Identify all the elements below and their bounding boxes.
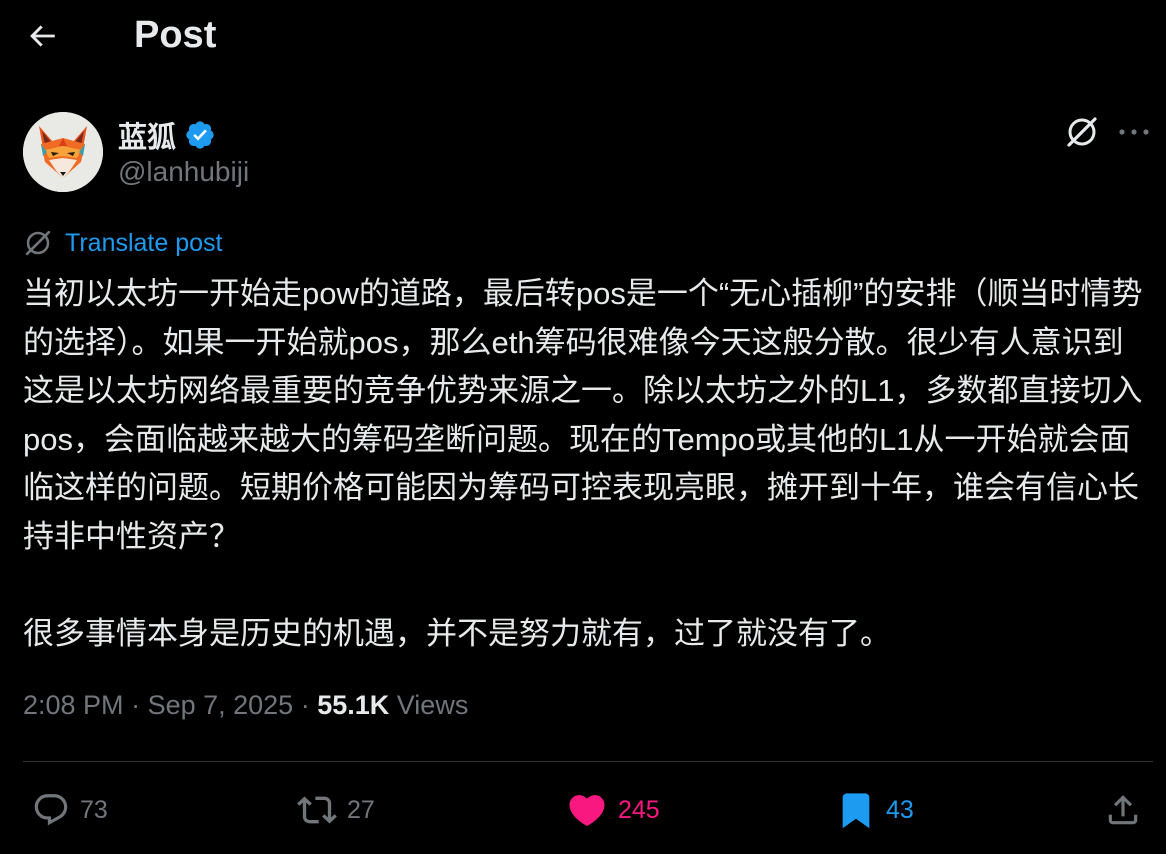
share-icon	[1108, 795, 1138, 825]
bookmark-button[interactable]: 43	[836, 780, 914, 840]
fox-avatar-icon	[23, 112, 103, 192]
divider	[23, 761, 1153, 762]
translate-post-label: Translate post	[65, 228, 223, 257]
views-spacer	[389, 690, 397, 721]
header-bar: Post	[0, 0, 1166, 72]
more-horizontal-icon	[1119, 129, 1149, 135]
action-bar: 73 27 245 43	[0, 780, 1166, 840]
bookmark-count: 43	[886, 795, 914, 824]
heart-icon	[569, 795, 605, 827]
repost-button[interactable]: 27	[297, 780, 375, 840]
repost-count: 27	[347, 795, 375, 824]
post-paragraph: 当初以太坊一开始走pow的道路，最后转pos是一个“无心插柳”的安排（顺当时情势…	[23, 276, 1143, 554]
author-handle[interactable]: @lanhubiji	[118, 156, 249, 188]
like-button[interactable]: 245	[566, 780, 660, 840]
translate-post-link[interactable]: Translate post	[23, 228, 222, 258]
author-name-row: 蓝狐	[118, 114, 216, 156]
meta-separator: ·	[123, 690, 148, 720]
post-meta: 2:08 PM · Sep 7, 2025 · 55.1K Views	[23, 690, 468, 721]
post-time[interactable]: 2:08 PM	[23, 690, 124, 721]
grok-icon	[1067, 117, 1097, 147]
reply-icon	[34, 794, 68, 826]
post-date[interactable]: Sep 7, 2025	[148, 690, 294, 721]
post-paragraph: 很多事情本身是历史的机遇，并不是努力就有，过了就没有了。	[23, 615, 891, 651]
views-count: 55.1K	[317, 690, 390, 720]
repost-icon	[297, 796, 337, 824]
like-count: 245	[618, 795, 660, 824]
bookmark-icon	[842, 793, 870, 829]
grok-button[interactable]	[1064, 114, 1100, 150]
arrow-left-icon	[30, 25, 55, 47]
reply-button[interactable]: 73	[32, 780, 108, 840]
back-button[interactable]	[22, 16, 62, 56]
grok-translate-icon	[25, 230, 51, 256]
author-display-name[interactable]: 蓝狐	[118, 114, 176, 156]
reply-count: 73	[80, 795, 108, 824]
page-title: Post	[134, 14, 217, 56]
meta-separator: ·	[293, 690, 318, 720]
more-options-button[interactable]	[1116, 114, 1152, 150]
views-label: Views	[396, 690, 469, 720]
share-button[interactable]	[1104, 780, 1142, 840]
verified-badge-icon	[186, 121, 214, 149]
avatar[interactable]	[23, 112, 103, 192]
post-text: 当初以太坊一开始走pow的道路，最后转pos是一个“无心插柳”的安排（顺当时情势…	[23, 270, 1151, 658]
